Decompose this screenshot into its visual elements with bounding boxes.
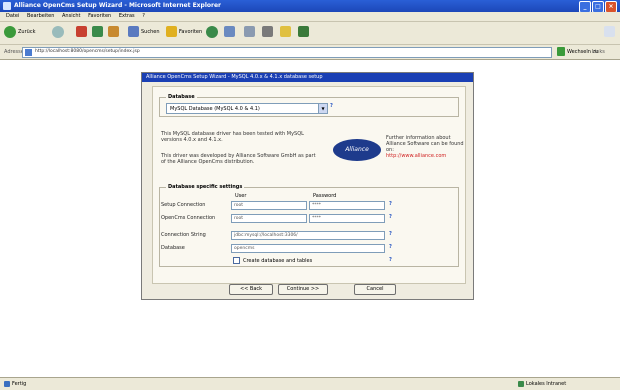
setup-panel: Database MySQL Database (MySQL 4.0 & 4.1…: [152, 86, 466, 284]
database-group-label: Database: [166, 94, 197, 100]
help-icon[interactable]: ?: [389, 244, 392, 250]
history-icon: [224, 26, 235, 37]
windows-logo-icon: [604, 26, 615, 37]
connection-string-input[interactable]: jdbc:mysql://localhost:3306/: [231, 231, 385, 240]
password-column-header: Password: [313, 193, 337, 199]
ie-icon: [3, 2, 11, 10]
address-bar: Adresse http://localhost:8080/opencms/se…: [0, 45, 620, 60]
window-title: Alliance OpenCms Setup Wizard - Microsof…: [14, 2, 222, 9]
menu-favorites[interactable]: Favoriten: [88, 13, 111, 19]
menu-edit[interactable]: Bearbeiten: [27, 13, 54, 19]
setup-connection-label: Setup Connection: [161, 202, 206, 208]
help-icon[interactable]: ?: [389, 201, 392, 207]
database-group: Database MySQL Database (MySQL 4.0 & 4.1…: [159, 94, 459, 117]
window-title-bar: Alliance OpenCms Setup Wizard - Microsof…: [0, 0, 620, 13]
setup-user-input[interactable]: root: [231, 201, 307, 210]
print-icon: [262, 26, 273, 37]
dialog-title-bar: Alliance OpenCms Setup Wizard - MySQL 4.…: [142, 73, 473, 82]
menu-bar: Datei Bearbeiten Ansicht Favoriten Extra…: [0, 12, 620, 22]
create-database-label: Create database and tables: [243, 257, 313, 264]
toolbar: Zurück Suchen Favoriten: [0, 22, 620, 45]
opencms-password-input[interactable]: ****: [309, 214, 385, 223]
status-bar: Fertig Lokales Intranet: [0, 377, 620, 390]
chevron-down-icon: ▼: [318, 104, 327, 113]
page-icon: [25, 49, 32, 56]
setup-dialog: Alliance OpenCms Setup Wizard - MySQL 4.…: [141, 72, 474, 300]
developer-description: This driver was developed by Alliance So…: [161, 153, 316, 165]
media-button[interactable]: [206, 26, 218, 38]
home-button[interactable]: [108, 26, 119, 37]
company-link[interactable]: http://www.alliance.com: [386, 153, 446, 159]
settings-group-label: Database specific settings: [166, 184, 245, 190]
database-select[interactable]: MySQL Database (MySQL 4.0 & 4.1) ▼: [166, 103, 328, 114]
home-icon: [108, 26, 119, 37]
cancel-button[interactable]: Cancel: [354, 284, 396, 295]
links-label[interactable]: Links: [592, 49, 605, 55]
ie-throbber: [604, 26, 615, 37]
media-icon: [206, 26, 218, 38]
stop-button[interactable]: [76, 26, 87, 37]
messenger-button[interactable]: [298, 26, 309, 37]
help-icon[interactable]: ?: [389, 257, 392, 263]
address-input[interactable]: http://localhost:8080/opencms/setup/inde…: [22, 47, 552, 58]
database-name-input[interactable]: opencms: [231, 244, 385, 253]
database-name-label: Database: [161, 245, 185, 251]
forward-button[interactable]: [52, 26, 64, 38]
help-icon[interactable]: ?: [330, 103, 333, 109]
messenger-icon: [298, 26, 309, 37]
connection-string-label: Connection String: [161, 232, 206, 238]
opencms-connection-label: OpenCms Connection: [161, 215, 216, 221]
menu-tools[interactable]: Extras: [119, 13, 135, 19]
intranet-zone-icon: [518, 381, 524, 387]
folder-icon: [280, 26, 291, 37]
setup-password-input[interactable]: ****: [309, 201, 385, 210]
go-arrow-icon[interactable]: [557, 47, 565, 56]
address-url: http://localhost:8080/opencms/setup/inde…: [35, 49, 140, 54]
settings-group: Database specific settings: [159, 184, 459, 267]
history-button[interactable]: [224, 26, 235, 37]
back-button[interactable]: Zurück: [4, 26, 35, 38]
mail-button[interactable]: [244, 26, 255, 37]
search-button[interactable]: Suchen: [128, 26, 160, 37]
search-icon: [128, 26, 139, 37]
stop-icon: [76, 26, 87, 37]
print-button[interactable]: [262, 26, 273, 37]
company-info: Further information about Alliance Softw…: [386, 135, 466, 159]
help-icon[interactable]: ?: [389, 231, 392, 237]
create-database-checkbox[interactable]: Create database and tables: [233, 257, 312, 264]
back-arrow-icon: [4, 26, 16, 38]
dialog-title: Alliance OpenCms Setup Wizard - MySQL 4.…: [146, 74, 323, 80]
status-text: Fertig: [12, 381, 27, 387]
refresh-icon: [92, 26, 103, 37]
alliance-logo: Alliance: [333, 139, 381, 161]
user-column-header: User: [235, 193, 247, 199]
favorites-button[interactable]: Favoriten: [166, 26, 202, 37]
company-text: Further information about Alliance Softw…: [386, 135, 464, 153]
checkbox-box[interactable]: [233, 257, 240, 264]
continue-button[interactable]: Continue >>: [278, 284, 328, 295]
help-icon[interactable]: ?: [389, 214, 392, 220]
opencms-user-input[interactable]: root: [231, 214, 307, 223]
refresh-button[interactable]: [92, 26, 103, 37]
edit-button[interactable]: [280, 26, 291, 37]
menu-view[interactable]: Ansicht: [62, 13, 80, 19]
star-icon: [166, 26, 177, 37]
forward-arrow-icon: [52, 26, 64, 38]
menu-file[interactable]: Datei: [6, 13, 19, 19]
database-select-value: MySQL Database (MySQL 4.0 & 4.1): [170, 106, 260, 112]
mail-icon: [244, 26, 255, 37]
menu-help[interactable]: ?: [142, 13, 145, 19]
zone-text: Lokales Intranet: [526, 381, 567, 387]
back-button[interactable]: << Back: [229, 284, 273, 295]
page-done-icon: [4, 381, 10, 387]
driver-description: This MySQL database driver has been test…: [161, 131, 304, 143]
address-label: Adresse: [4, 49, 24, 55]
